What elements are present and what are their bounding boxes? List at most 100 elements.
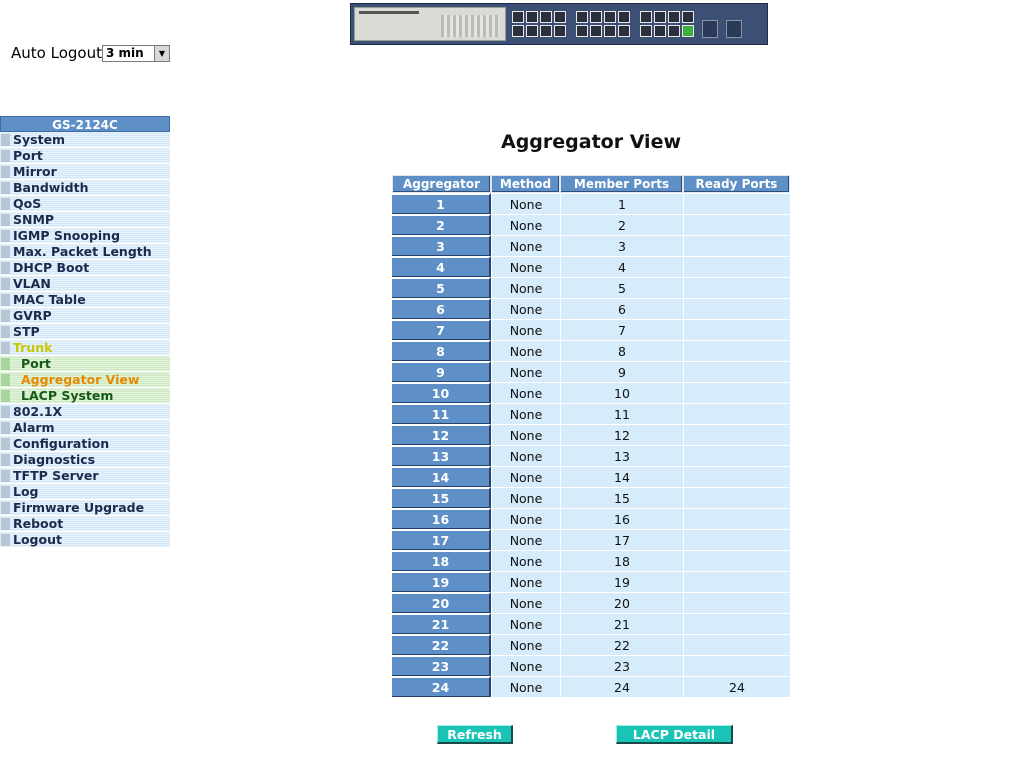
sidebar-item-dhcp-boot[interactable]: DHCP Boot (0, 260, 170, 276)
sidebar-item-diagnostics[interactable]: Diagnostics (0, 452, 170, 468)
sidebar-item-label: IGMP Snooping (13, 228, 121, 243)
ethernet-port-icon (590, 25, 602, 37)
sidebar-item-logout[interactable]: Logout (0, 532, 170, 548)
port-group-graphic (576, 11, 630, 37)
sidebar-item-label: TFTP Server (13, 468, 99, 483)
method-cell: None (491, 571, 560, 592)
sidebar-item-label: Trunk (13, 340, 53, 355)
ethernet-port-icon (682, 11, 694, 23)
aggregator-cell: 14 (392, 466, 491, 487)
sidebar-title: GS-2124C (0, 116, 170, 132)
member-ports-cell: 5 (560, 277, 683, 298)
sidebar-item-log[interactable]: Log (0, 484, 170, 500)
chevron-down-icon[interactable]: ▼ (153, 45, 169, 61)
method-cell: None (491, 277, 560, 298)
ready-ports-cell (683, 214, 790, 235)
member-ports-cell: 14 (560, 466, 683, 487)
table-row: 7 None 7 (392, 319, 790, 340)
ready-ports-cell (683, 403, 790, 424)
ethernet-port-icon (654, 11, 666, 23)
sidebar-item-gvrp[interactable]: GVRP (0, 308, 170, 324)
ready-ports-cell (683, 529, 790, 550)
sidebar-item-max-packet-length[interactable]: Max. Packet Length (0, 244, 170, 260)
auto-logout-select[interactable]: 3 min ▼ (101, 44, 170, 62)
method-cell: None (491, 361, 560, 382)
aggregator-cell: 12 (392, 424, 491, 445)
table-row: 8 None 8 (392, 340, 790, 361)
ethernet-port-icon (604, 11, 616, 23)
table-row: 20 None 20 (392, 592, 790, 613)
table-row: 19 None 19 (392, 571, 790, 592)
refresh-button[interactable]: Refresh (437, 725, 513, 744)
ready-ports-cell (683, 571, 790, 592)
sidebar-item-label: System (13, 132, 66, 147)
sidebar-item-igmp-snooping[interactable]: IGMP Snooping (0, 228, 170, 244)
sidebar-item-label: Log (13, 484, 39, 499)
sidebar-item-stp[interactable]: STP (0, 324, 170, 340)
method-cell: None (491, 340, 560, 361)
aggregator-cell: 1 (392, 193, 491, 214)
table-row: 3 None 3 (392, 235, 790, 256)
ready-ports-cell (683, 424, 790, 445)
table-row: 24 None 24 24 (392, 676, 790, 697)
sidebar-item-label: VLAN (13, 276, 51, 291)
aggregator-cell: 18 (392, 550, 491, 571)
sidebar-item-label: Max. Packet Length (13, 244, 152, 259)
sidebar-item-802-1x[interactable]: 802.1X (0, 404, 170, 420)
sidebar-item-snmp[interactable]: SNMP (0, 212, 170, 228)
method-cell: None (491, 487, 560, 508)
method-cell: None (491, 592, 560, 613)
aggregator-cell: 5 (392, 277, 491, 298)
sidebar-item-bandwidth[interactable]: Bandwidth (0, 180, 170, 196)
sidebar-subitem-aggregator-view[interactable]: Aggregator View (0, 372, 170, 388)
ready-ports-cell (683, 256, 790, 277)
table-row: 15 None 15 (392, 487, 790, 508)
sidebar-item-firmware-upgrade[interactable]: Firmware Upgrade (0, 500, 170, 516)
sidebar-item-label: Bandwidth (13, 180, 89, 195)
sidebar-item-system[interactable]: System (0, 132, 170, 148)
ready-ports-cell (683, 592, 790, 613)
aggregator-cell: 3 (392, 235, 491, 256)
column-header-member-ports: Member Ports (560, 175, 683, 193)
sidebar-menu: GS-2124C System Port Mirror Bandwidth QoS SNM… (0, 116, 170, 548)
sidebar-item-mirror[interactable]: Mirror (0, 164, 170, 180)
sfp-slot-icon (726, 20, 742, 38)
sidebar-item-label: Mirror (13, 164, 57, 179)
sidebar-subitem-lacp-system-priority[interactable]: LACP System Priority (0, 388, 170, 419)
method-cell: None (491, 298, 560, 319)
aggregator-cell: 19 (392, 571, 491, 592)
sidebar-subitem-port[interactable]: Port (0, 356, 170, 372)
sidebar-item-qos[interactable]: QoS (0, 196, 170, 212)
sidebar-item-label: 802.1X (13, 404, 63, 419)
sidebar-item-vlan[interactable]: VLAN (0, 276, 170, 292)
member-ports-cell: 24 (560, 676, 683, 697)
sidebar-item-port[interactable]: Port (0, 148, 170, 164)
member-ports-cell: 10 (560, 382, 683, 403)
lacp-detail-button[interactable]: LACP Detail (616, 725, 733, 744)
table-row: 2 None 2 (392, 214, 790, 235)
table-row: 17 None 17 (392, 529, 790, 550)
sidebar-item-tftp-server[interactable]: TFTP Server (0, 468, 170, 484)
ethernet-port-icon (618, 25, 630, 37)
member-ports-cell: 15 (560, 487, 683, 508)
aggregator-cell: 4 (392, 256, 491, 277)
ready-ports-cell (683, 613, 790, 634)
ready-ports-cell (683, 319, 790, 340)
member-ports-cell: 8 (560, 340, 683, 361)
auto-logout-value: 3 min (105, 46, 144, 60)
sidebar-item-trunk[interactable]: Trunk (0, 340, 170, 356)
member-ports-cell: 3 (560, 235, 683, 256)
sidebar-item-configuration[interactable]: Configuration (0, 436, 170, 452)
ready-ports-cell: 24 (683, 676, 790, 697)
ethernet-port-icon (640, 25, 652, 37)
method-cell: None (491, 382, 560, 403)
sidebar-item-alarm[interactable]: Alarm (0, 420, 170, 436)
device-faceplate (354, 7, 506, 41)
sidebar-item-mac-table[interactable]: MAC Table (0, 292, 170, 308)
member-ports-cell: 17 (560, 529, 683, 550)
ethernet-port-icon (590, 11, 602, 23)
port-group-graphic (512, 11, 566, 37)
sidebar-item-reboot[interactable]: Reboot (0, 516, 170, 532)
ethernet-port-icon (668, 11, 680, 23)
member-ports-cell: 1 (560, 193, 683, 214)
